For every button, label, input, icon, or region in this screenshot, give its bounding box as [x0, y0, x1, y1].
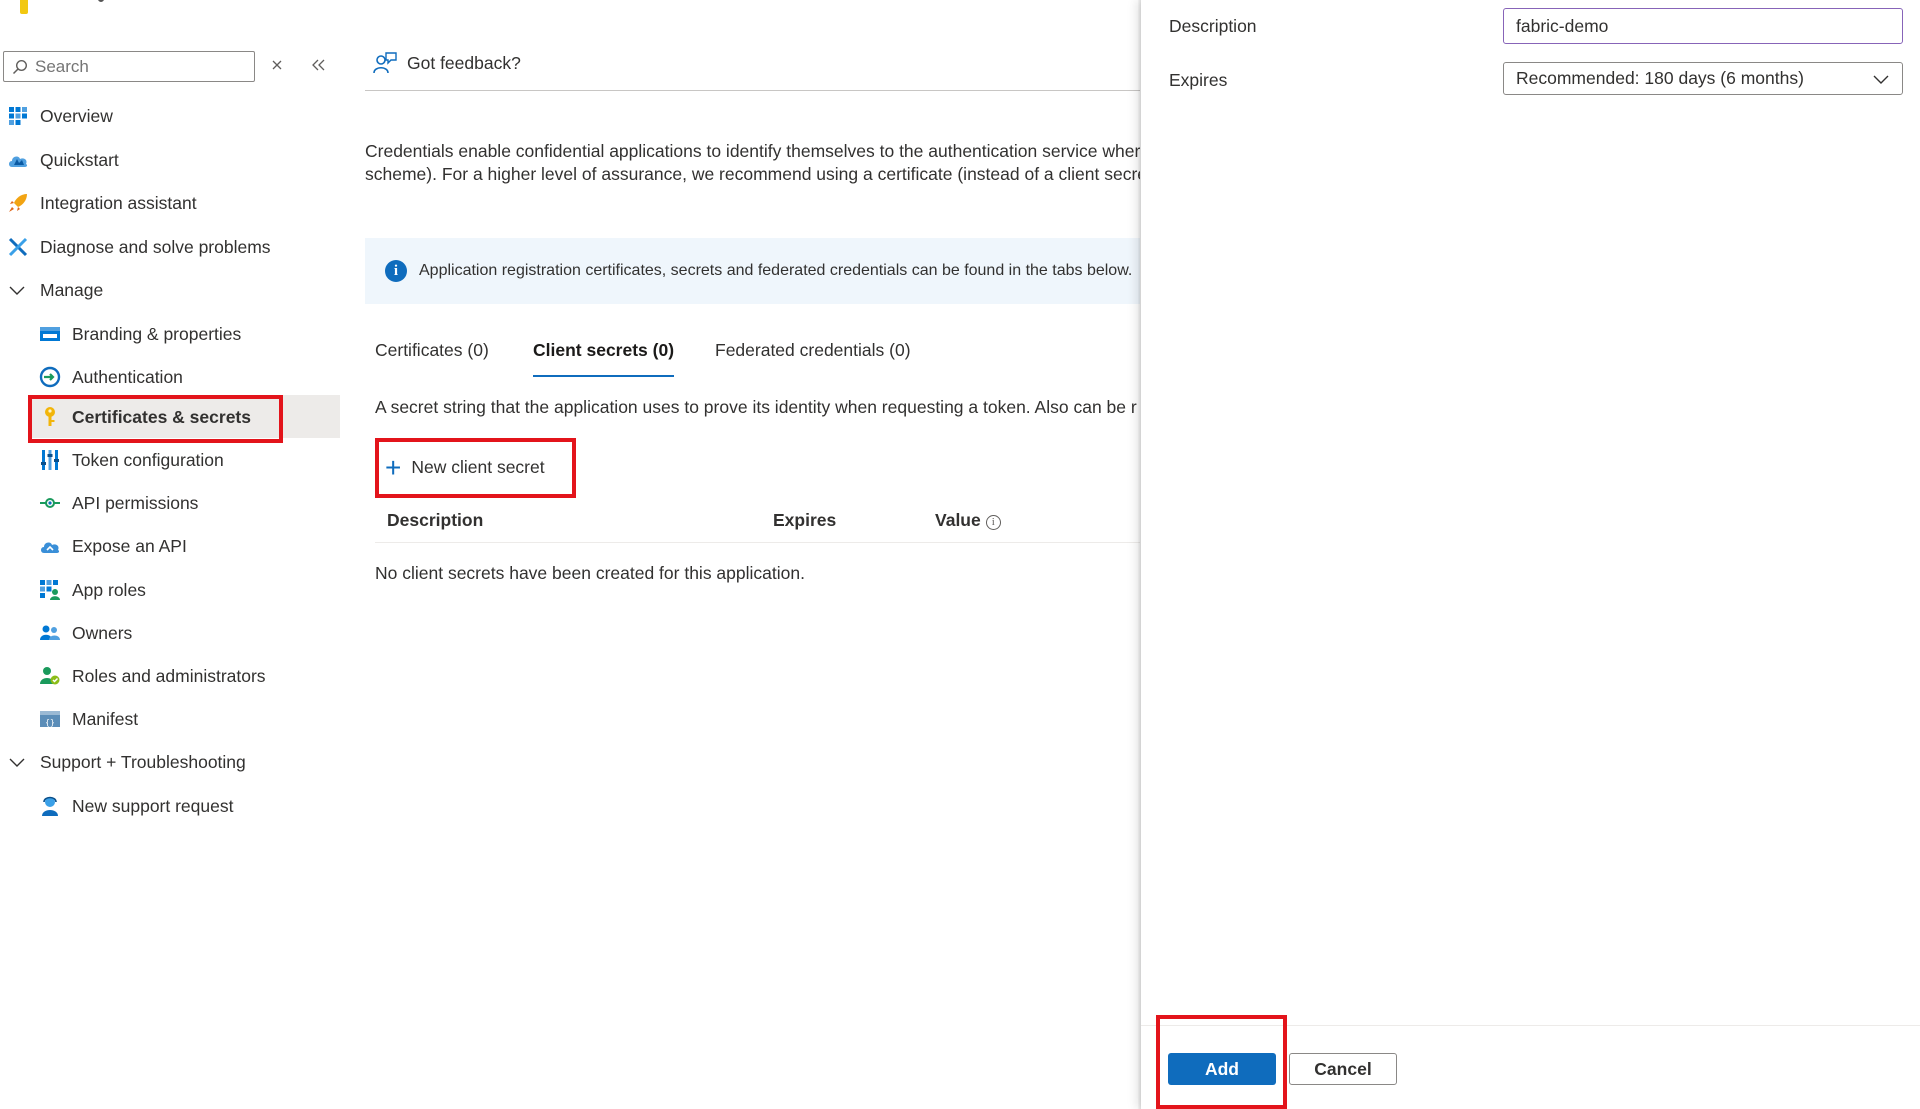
header-divider — [365, 90, 1140, 91]
sidebar-item-new-support-request[interactable]: New support request — [39, 786, 233, 826]
sidebar-item-label: Diagnose and solve problems — [40, 236, 271, 257]
manifest-icon: {} — [39, 708, 61, 730]
empty-table-message: No client secrets have been created for … — [375, 563, 805, 583]
info-banner-text: Application registration certificates, s… — [419, 262, 1133, 279]
client-secret-description: A secret string that the application use… — [375, 397, 1137, 417]
wrench-icon — [7, 236, 29, 258]
sidebar-item-expose-api[interactable]: Expose an API — [39, 526, 187, 566]
sidebar-item-app-roles[interactable]: App roles — [39, 570, 146, 610]
authentication-icon — [39, 366, 61, 388]
sidebar-item-owners[interactable]: Owners — [39, 613, 132, 653]
sidebar-item-authentication[interactable]: Authentication — [39, 357, 183, 397]
column-header-value-label: Value — [935, 510, 981, 530]
credentials-description: Credentials enable confidential applicat… — [365, 140, 1140, 186]
sidebar-group-label: Support + Troubleshooting — [40, 751, 246, 772]
sidebar-item-manifest[interactable]: {} Manifest — [39, 699, 138, 739]
tab-client-secrets[interactable]: Client secrets (0) — [533, 340, 675, 380]
info-icon: i — [385, 260, 407, 282]
sidebar-item-label: Certificates & secrets — [72, 406, 251, 427]
tab-certificates[interactable]: Certificates (0) — [375, 340, 489, 380]
sidebar-item-integration-assistant[interactable]: Integration assistant — [7, 183, 197, 223]
info-banner: i Application registration certificates,… — [365, 238, 1140, 304]
sidebar-group-manage[interactable]: Manage — [9, 270, 103, 310]
credentials-description-line: Credentials enable confidential applicat… — [365, 141, 1140, 161]
sidebar-item-label: Overview — [40, 105, 113, 126]
support-person-icon — [39, 795, 61, 817]
sidebar-item-label: Token configuration — [72, 449, 224, 470]
sidebar-item-label: Owners — [72, 622, 133, 643]
panel-footer-divider — [1141, 1025, 1920, 1026]
column-header-description: Description — [387, 510, 484, 530]
chevron-down-icon — [9, 280, 27, 301]
sidebar-item-branding[interactable]: Branding & properties — [39, 314, 241, 354]
search-icon — [12, 59, 28, 74]
expires-field-label: Expires — [1169, 70, 1228, 90]
plus-icon: + — [385, 451, 402, 483]
rocket-icon — [7, 192, 29, 214]
sidebar-item-api-permissions[interactable]: API permissions — [39, 483, 198, 523]
sidebar-item-label: API permissions — [72, 492, 199, 513]
column-header-expires: Expires — [773, 510, 837, 530]
api-permissions-icon — [39, 492, 61, 514]
feedback-person-icon — [373, 52, 397, 74]
owners-icon — [39, 622, 61, 644]
clear-search-icon[interactable] — [270, 55, 286, 77]
sidebar-item-roles-administrators[interactable]: Roles and administrators — [39, 656, 266, 696]
sidebar-item-label: Roles and administrators — [72, 665, 266, 686]
sidebar-item-label: Manifest — [72, 708, 139, 729]
svg-text:{}: {} — [45, 718, 55, 727]
description-field-label: Description — [1169, 16, 1257, 36]
info-circle-icon[interactable]: i — [985, 514, 1001, 530]
feedback-label: Got feedback? — [407, 52, 521, 73]
collapse-sidebar-icon[interactable] — [309, 54, 329, 78]
feedback-link[interactable]: Got feedback? — [373, 52, 521, 74]
secrets-table-header: Description Expires Value i — [375, 505, 1140, 543]
sidebar-item-overview[interactable]: Overview — [7, 96, 113, 136]
sidebar-group-label: Manage — [40, 279, 104, 300]
new-client-secret-label: New client secret — [411, 457, 545, 477]
expires-dropdown[interactable]: Recommended: 180 days (6 months) — [1503, 62, 1903, 95]
app-logo-icon — [20, 0, 28, 14]
quickstart-cloud-icon — [7, 149, 29, 171]
sidebar-group-support[interactable]: Support + Troubleshooting — [9, 742, 246, 782]
sidebar-item-label: App roles — [72, 579, 146, 600]
cloud-api-icon — [39, 535, 61, 557]
expires-selected-value: Recommended: 180 days (6 months) — [1516, 68, 1804, 88]
sidebar-item-quickstart[interactable]: Quickstart — [7, 140, 119, 180]
app-roles-icon — [39, 579, 61, 601]
overview-icon — [7, 105, 29, 127]
chevron-down-icon — [9, 752, 27, 773]
sidebar: Overview Quickstart Integration assistan… — [0, 0, 340, 1109]
sidebar-item-label: Authentication — [72, 366, 183, 387]
sidebar-item-token-configuration[interactable]: Token configuration — [39, 440, 224, 480]
roles-admin-icon — [39, 665, 61, 687]
sidebar-search-box[interactable] — [3, 51, 255, 82]
add-client-secret-panel: Description Expires Recommended: 180 day… — [1141, 0, 1920, 1109]
tab-federated-credentials[interactable]: Federated credentials (0) — [715, 340, 911, 380]
key-icon — [39, 406, 61, 428]
column-header-value: Value i — [935, 510, 1001, 531]
sidebar-item-certificates-secrets[interactable]: Certificates & secrets — [39, 397, 251, 437]
sidebar-item-label: New support request — [72, 795, 234, 816]
sidebar-search-input[interactable] — [35, 56, 235, 77]
sidebar-item-label: Branding & properties — [72, 323, 242, 344]
sidebar-item-label: Quickstart — [40, 149, 119, 170]
token-config-icon — [39, 449, 61, 471]
description-input[interactable] — [1503, 8, 1903, 44]
app-logo-fragment — [98, 0, 104, 2]
chevron-down-icon — [1873, 75, 1889, 84]
branding-icon — [39, 323, 61, 345]
sidebar-item-label: Integration assistant — [40, 192, 197, 213]
main-content: Got feedback? Credentials enable confide… — [365, 0, 1140, 1109]
sidebar-item-diagnose[interactable]: Diagnose and solve problems — [7, 227, 271, 267]
sidebar-item-label: Expose an API — [72, 535, 187, 556]
new-client-secret-button[interactable]: + New client secret — [385, 451, 545, 483]
credentials-description-line: scheme). For a higher level of assurance… — [365, 164, 1140, 184]
add-button[interactable]: Add — [1168, 1053, 1276, 1085]
cancel-button[interactable]: Cancel — [1289, 1053, 1397, 1085]
